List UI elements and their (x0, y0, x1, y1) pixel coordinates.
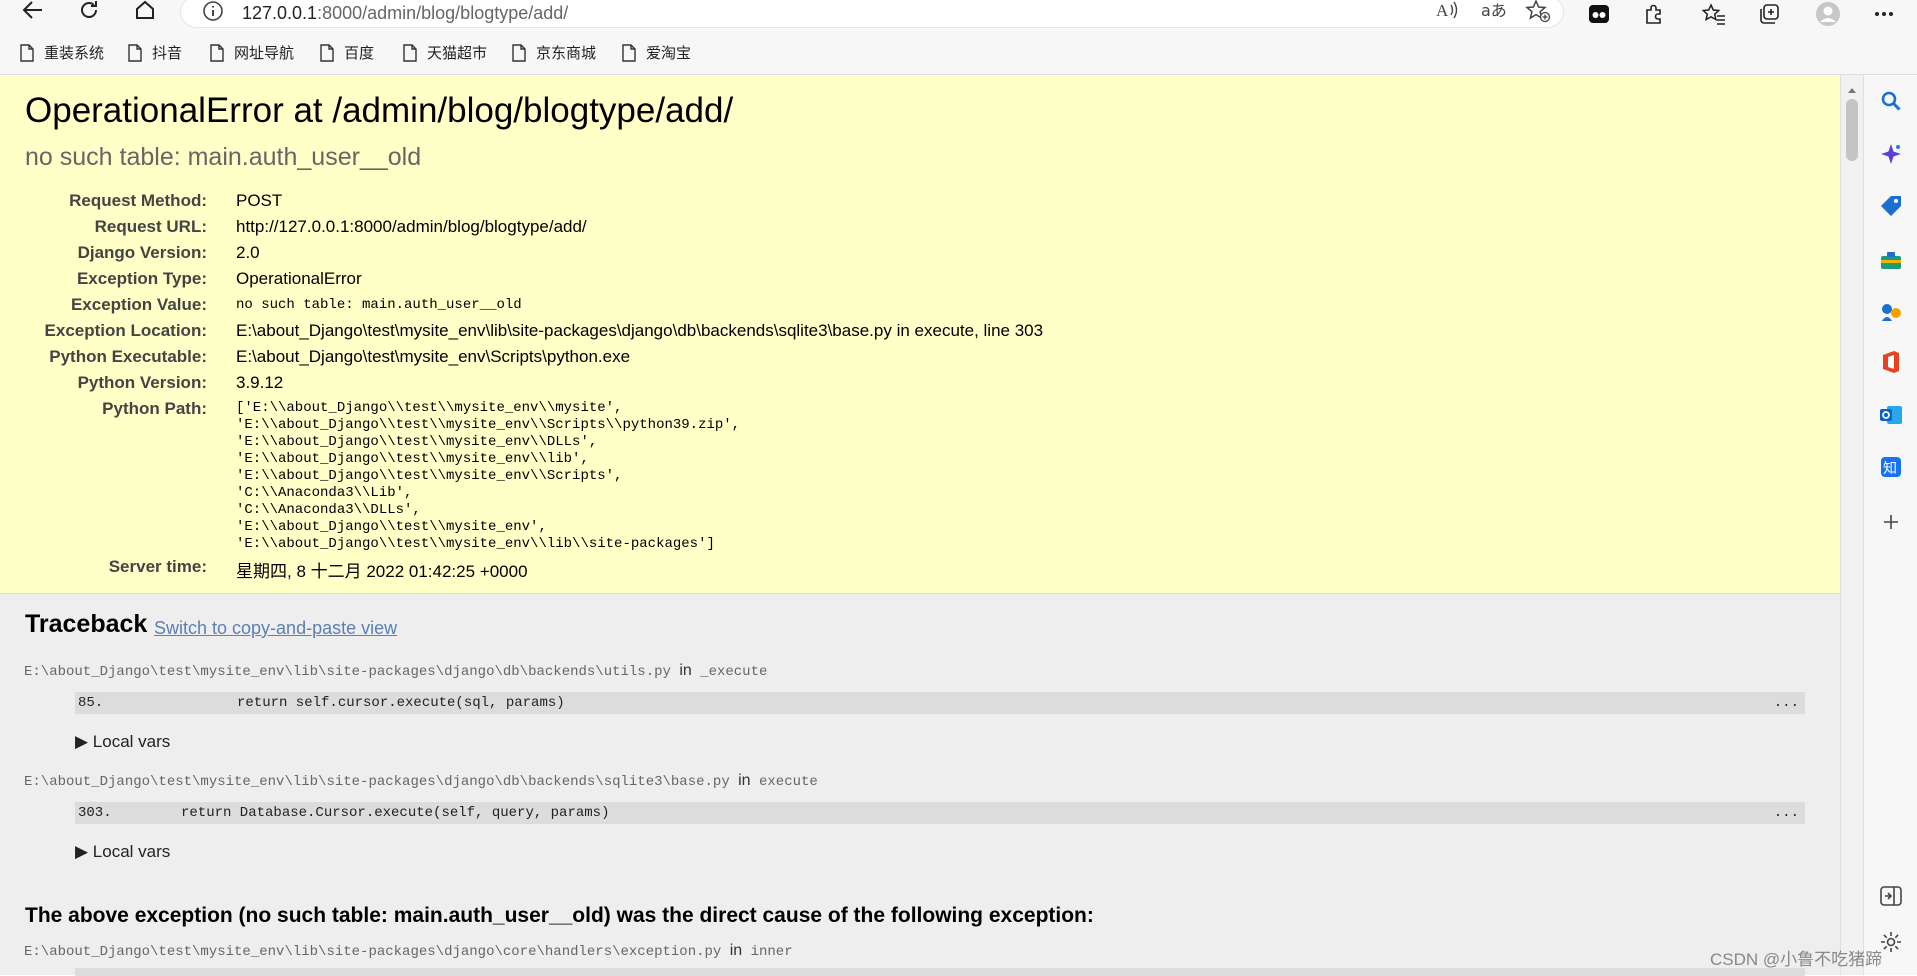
page-icon (20, 43, 34, 62)
read-aloud-icon[interactable]: A (1435, 0, 1459, 26)
python-path-entry: 'E:\\about_Django\\test\\mysite_env\\Scr… (236, 468, 623, 484)
page-icon (512, 43, 526, 62)
python-path-entry: ['E:\\about_Django\\test\\mysite_env\\my… (236, 400, 623, 416)
profile-icon[interactable] (1814, 2, 1842, 26)
bookmark-item[interactable]: 网址导航 (210, 42, 294, 63)
python-path-entry: 'E:\\about_Django\\test\\mysite_env\\Scr… (236, 417, 741, 433)
meta-python-version: Python Version: 3.9.12 (77, 373, 284, 392)
meta-python-executable: Python Executable: E:\about_Django\test\m… (49, 347, 631, 366)
bookmark-label: 天猫超市 (427, 45, 488, 62)
translate-icon[interactable]: aあ (1480, 0, 1507, 26)
bookmark-item[interactable]: 天猫超市 (403, 42, 487, 63)
traceback-section: Traceback Switch to copy-and-paste view … (0, 594, 1840, 975)
outlook-icon[interactable] (1876, 400, 1906, 430)
puzzle-icon[interactable] (1640, 2, 1668, 26)
browser-sidebar: 知 (1863, 75, 1917, 975)
switch-view-link[interactable]: Switch to copy-and-paste view (154, 618, 397, 639)
page-icon (622, 43, 636, 62)
url-path: :8000/admin/blog/blogtype/add/ (317, 3, 569, 23)
copilot-icon[interactable] (1876, 139, 1906, 169)
extension-icon[interactable] (1585, 2, 1613, 26)
expand-context-button[interactable]: ... (1774, 695, 1799, 711)
add-icon[interactable] (1876, 507, 1906, 537)
bookmark-item[interactable]: 百度 (320, 42, 374, 63)
meta-server-time: Server time: 星期四, 8 十二月 2022 01:42:25 +00… (108, 557, 528, 581)
collections-icon[interactable] (1755, 2, 1783, 26)
favorites-icon[interactable] (1700, 2, 1728, 26)
bookmark-label: 抖音 (152, 45, 183, 62)
python-path-entry: 'E:\\about_Django\\test\\mysite_env\\DLL… (236, 434, 598, 450)
page-content: OperationalError at /admin/blog/blogtype… (0, 75, 1840, 975)
code-line[interactable]: 303. return Database.Cursor.execute(self… (75, 802, 1805, 824)
error-subtitle: no such table: main.auth_user__old (25, 143, 422, 171)
python-path-entry: 'E:\\about_Django\\test\\mysite_env', (236, 519, 547, 535)
shopping-icon[interactable] (1876, 191, 1906, 221)
meta-request-url: Request URL: http://127.0.0.1:8000/admin/… (94, 217, 587, 236)
games-icon[interactable] (1876, 297, 1906, 327)
page-icon (403, 43, 417, 62)
svg-text:知: 知 (1883, 460, 1897, 477)
meta-django-version: Django Version: 2.0 (77, 243, 260, 262)
python-path-entry: 'E:\\about_Django\\test\\mysite_env\\lib… (236, 536, 715, 552)
page-icon (128, 43, 142, 62)
frame-file: E:\about_Django\test\mysite_env\lib\site… (24, 772, 818, 790)
refresh-icon[interactable] (74, 0, 104, 22)
bookmark-item[interactable]: 抖音 (128, 42, 182, 63)
frame-file: E:\about_Django\test\mysite_env\lib\site… (24, 662, 768, 680)
traceback-heading: Traceback (25, 610, 148, 638)
error-summary: OperationalError at /admin/blog/blogtype… (0, 75, 1840, 594)
office-icon[interactable] (1876, 347, 1906, 377)
scroll-up-icon[interactable] (1847, 81, 1857, 99)
expand-context-button[interactable]: ... (1774, 805, 1799, 821)
bookmark-label: 网址导航 (234, 45, 295, 62)
meta-exception-value: Exception Value: no such table: main.auth… (70, 295, 522, 314)
bookmark-item[interactable]: 重装系统 (20, 42, 104, 63)
bookmark-item[interactable]: 京东商城 (512, 42, 596, 63)
sidebar-toggle-icon[interactable] (1876, 881, 1906, 911)
bookmark-label: 爱淘宝 (646, 45, 692, 62)
back-icon[interactable] (18, 0, 48, 22)
local-vars-toggle[interactable]: ▶ Local vars (75, 732, 170, 752)
page-icon (320, 43, 334, 62)
url-text[interactable]: 127.0.0.1:8000/admin/blog/blogtype/add/ (242, 3, 568, 24)
tools-icon[interactable] (1876, 245, 1906, 275)
python-path-entry: 'E:\\about_Django\\test\\mysite_env\\lib… (236, 451, 589, 467)
bookmark-label: 京东商城 (536, 45, 597, 62)
page-scrollbar[interactable] (1840, 75, 1863, 975)
bookmark-label: 重装系统 (44, 45, 105, 62)
svg-text:aあ: aあ (1481, 1, 1506, 20)
home-icon[interactable] (130, 0, 160, 22)
url-host: 127.0.0.1 (242, 3, 318, 23)
bookmarks-bar: 重装系统 抖音 网址导航 百度 天猫超市 京东商城 爱淘宝 (0, 28, 1917, 75)
code-line[interactable]: 85. return self.cursor.execute(sql, para… (75, 692, 1805, 714)
bookmark-item[interactable]: 爱淘宝 (622, 42, 691, 63)
meta-request-method: Request Method: POST (69, 191, 283, 210)
python-path-entry: 'C:\\Anaconda3\\DLLs', (236, 502, 421, 518)
more-icon[interactable] (1870, 2, 1898, 26)
meta-exception-location: Exception Location: E:\about_Django\test\… (44, 321, 1044, 340)
python-path-list: ['E:\\about_Django\\test\\mysite_env\\my… (236, 400, 740, 553)
bookmark-label: 百度 (344, 45, 375, 62)
python-path-entry: 'C:\\Anaconda3\\Lib', (236, 485, 413, 501)
zhihu-icon[interactable]: 知 (1876, 452, 1906, 482)
info-icon[interactable] (202, 0, 224, 27)
page-icon (210, 43, 224, 62)
favorite-add-icon[interactable] (1525, 0, 1551, 28)
error-title: OperationalError at /admin/blog/blogtype… (25, 91, 734, 130)
address-bar[interactable]: 127.0.0.1:8000/admin/blog/blogtype/add/ … (180, 0, 1564, 28)
meta-exception-type: Exception Type: OperationalError (76, 269, 362, 288)
svg-text:A: A (1436, 1, 1449, 20)
scrollbar-thumb[interactable] (1846, 99, 1858, 161)
browser-toolbar: 127.0.0.1:8000/admin/blog/blogtype/add/ … (0, 0, 1917, 28)
search-icon[interactable] (1876, 86, 1906, 116)
watermark: CSDN @小鲁不吃猪蹄 (1710, 950, 1883, 969)
